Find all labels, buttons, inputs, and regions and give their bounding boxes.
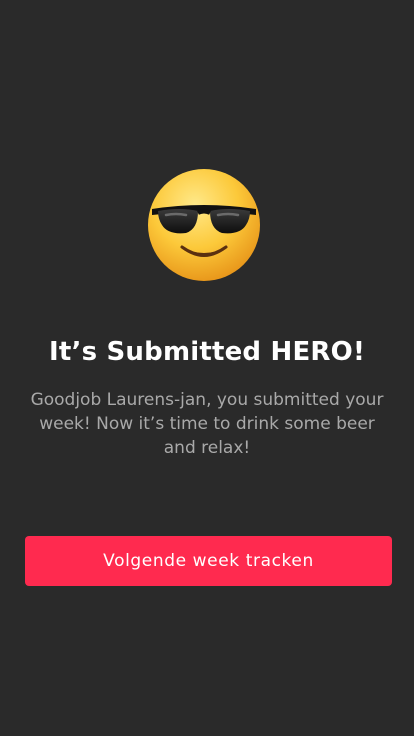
track-next-week-button[interactable]: Volgende week tracken (25, 536, 392, 586)
submission-message: Goodjob Laurens-jan, you submitted your … (30, 390, 384, 458)
page-title: It’s Submitted HERO! (48, 337, 365, 367)
submitted-screen: It’s Submitted HERO! Goodjob Laurens-jan… (0, 0, 414, 736)
sunglasses-emoji-icon (146, 167, 262, 283)
